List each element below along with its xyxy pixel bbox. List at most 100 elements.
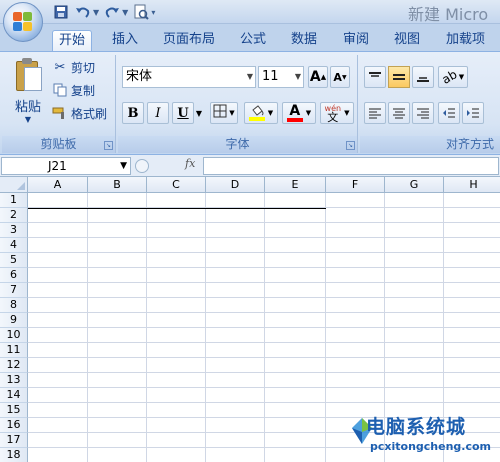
row-header-9[interactable]: 9	[0, 313, 28, 328]
shrink-font-button[interactable]: A ▼	[330, 66, 350, 88]
office-button[interactable]	[3, 2, 43, 42]
name-box[interactable]: J21 ▼	[1, 157, 131, 175]
chevron-down-icon: ▼	[294, 72, 301, 81]
paste-icon	[13, 58, 43, 92]
redo-dropdown-icon[interactable]: ▼	[122, 8, 128, 17]
grow-font-label: A	[309, 69, 321, 85]
align-left-button[interactable]	[364, 102, 386, 124]
chevron-down-icon: ▼	[267, 109, 274, 117]
row-header-8[interactable]: 8	[0, 298, 28, 313]
italic-button[interactable]: I	[147, 102, 169, 124]
row-header-18[interactable]: 18	[0, 448, 28, 462]
formula-bar: J21 ▼ fx	[0, 155, 500, 177]
font-size-value: 11	[262, 69, 279, 84]
orientation-icon: ab	[439, 67, 460, 87]
row-header-3[interactable]: 3	[0, 223, 28, 238]
row-header-2[interactable]: 2	[0, 208, 28, 223]
row-header-14[interactable]: 14	[0, 388, 28, 403]
row-header-11[interactable]: 11	[0, 343, 28, 358]
align-bottom-button[interactable]	[412, 66, 434, 88]
expand-circle-icon[interactable]	[135, 159, 149, 173]
office-logo-icon	[13, 12, 33, 32]
align-center-button[interactable]	[388, 102, 410, 124]
formula-input[interactable]	[203, 157, 499, 175]
chevron-down-icon: ▼	[344, 109, 350, 117]
font-size-select[interactable]: 11 ▼	[258, 66, 304, 88]
paste-button[interactable]: 粘贴 ▼	[8, 58, 48, 128]
insert-function-button[interactable]: fx	[185, 157, 195, 170]
undo-dropdown-icon[interactable]: ▼	[93, 8, 99, 17]
row-header-10[interactable]: 10	[0, 328, 28, 343]
phonetic-button[interactable]: wén 文 ▼	[320, 102, 354, 124]
row-header-5[interactable]: 5	[0, 253, 28, 268]
paste-label: 粘贴	[14, 100, 41, 115]
row-header-7[interactable]: 7	[0, 283, 28, 298]
tab-insert[interactable]: 插入	[106, 30, 144, 52]
font-launcher-icon[interactable]: ↘	[346, 141, 355, 150]
undo-icon[interactable]	[74, 3, 92, 21]
font-name-select[interactable]: 宋体 ▼	[122, 66, 256, 88]
align-left-icon	[369, 108, 381, 119]
underline-button[interactable]: U	[172, 102, 194, 124]
tab-formulas[interactable]: 公式	[234, 30, 272, 52]
watermark-title: 电脑系统城	[366, 416, 467, 438]
font-color-button[interactable]: A ▼	[282, 102, 316, 124]
column-header-e[interactable]: E	[265, 177, 326, 193]
tab-home[interactable]: 开始	[52, 30, 93, 53]
clipboard-group-label: 剪贴板	[2, 136, 115, 153]
column-header-h[interactable]: H	[444, 177, 500, 193]
print-preview-icon[interactable]	[132, 3, 150, 21]
align-right-button[interactable]	[412, 102, 434, 124]
chevron-down-icon: ▼	[305, 109, 312, 117]
tab-review[interactable]: 审阅	[337, 30, 375, 52]
column-header-b[interactable]: B	[88, 177, 147, 193]
fill-color-button[interactable]: ▼	[244, 102, 278, 124]
row-header-15[interactable]: 15	[0, 403, 28, 418]
align-middle-button[interactable]	[388, 66, 410, 88]
ribbon: 粘贴 ▼ ✂ 剪切 复制 格式刷 剪贴板 ↘ 宋体 ▼ 11 ▼ A ▲ A ▼…	[0, 51, 500, 155]
chevron-down-icon: ▼	[246, 72, 253, 81]
font-name-value: 宋体	[126, 69, 153, 84]
column-header-c[interactable]: C	[147, 177, 206, 193]
underline-dropdown-icon[interactable]: ▼	[195, 102, 203, 124]
chevron-down-icon: ▼	[458, 73, 465, 81]
paste-dropdown-icon[interactable]: ▼	[8, 115, 48, 124]
watermark-url: pcxitongcheng.com	[370, 440, 492, 453]
row-header-13[interactable]: 13	[0, 373, 28, 388]
row-header-17[interactable]: 17	[0, 433, 28, 448]
tab-add-ins[interactable]: 加载项	[440, 30, 491, 52]
increase-indent-icon	[467, 108, 479, 118]
tab-page-layout[interactable]: 页面布局	[157, 30, 221, 52]
borders-button[interactable]: ▼	[210, 102, 238, 124]
copy-button[interactable]: 复制	[52, 80, 95, 100]
align-top-button[interactable]	[364, 66, 386, 88]
alignment-group: ab ▼ 对齐方式	[360, 55, 500, 153]
row-header-16[interactable]: 16	[0, 418, 28, 433]
select-all-button[interactable]	[0, 177, 28, 193]
fill-bucket-icon	[248, 105, 265, 121]
tab-view[interactable]: 视图	[388, 30, 426, 52]
align-center-icon	[393, 108, 405, 119]
orientation-button[interactable]: ab ▼	[438, 66, 468, 88]
column-header-f[interactable]: F	[326, 177, 385, 193]
row-header-4[interactable]: 4	[0, 238, 28, 253]
row-header-6[interactable]: 6	[0, 268, 28, 283]
customize-qat-icon[interactable]: ▾	[151, 8, 155, 17]
row-header-1[interactable]: 1	[0, 193, 28, 208]
chevron-down-icon: ▼	[229, 109, 235, 117]
bold-button[interactable]: B	[122, 102, 144, 124]
clipboard-launcher-icon[interactable]: ↘	[104, 141, 113, 150]
format-painter-button[interactable]: 格式刷	[52, 103, 107, 123]
grow-font-button[interactable]: A ▲	[308, 66, 328, 88]
column-header-g[interactable]: G	[385, 177, 444, 193]
tab-data[interactable]: 数据	[285, 30, 323, 52]
row-header-12[interactable]: 12	[0, 358, 28, 373]
column-header-d[interactable]: D	[206, 177, 265, 193]
decrease-indent-button[interactable]	[438, 102, 460, 124]
save-icon[interactable]	[52, 3, 70, 21]
redo-icon[interactable]	[103, 3, 121, 21]
cut-button[interactable]: ✂ 剪切	[52, 57, 95, 77]
column-header-a[interactable]: A	[28, 177, 88, 193]
chevron-down-icon: ▼	[120, 161, 127, 171]
increase-indent-button[interactable]	[462, 102, 484, 124]
